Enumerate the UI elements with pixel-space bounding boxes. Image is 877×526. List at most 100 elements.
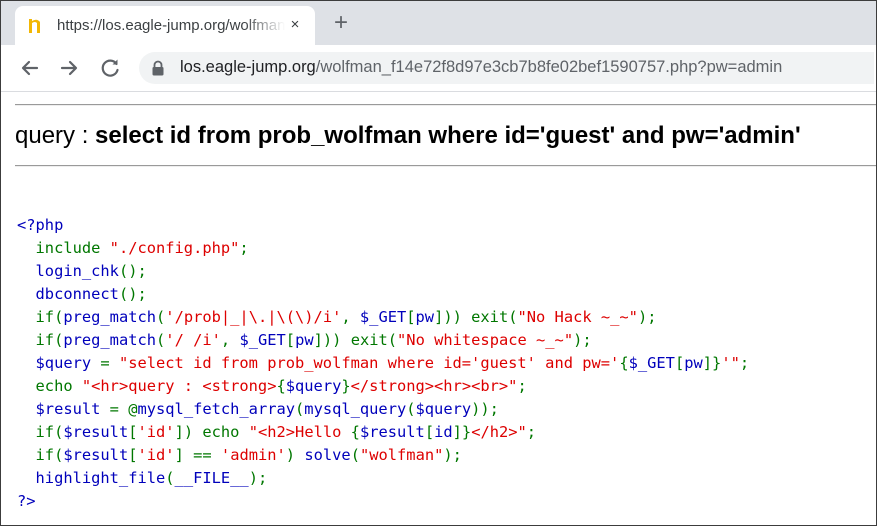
code-token: (: [156, 308, 166, 326]
code-token: solve: [304, 446, 351, 464]
plus-icon[interactable]: +: [328, 10, 354, 36]
reload-icon[interactable]: [96, 54, 124, 82]
code-token: $query: [17, 354, 101, 372]
code-token: [: [285, 331, 296, 349]
divider: [15, 104, 876, 106]
code-token: </strong><hr><br>": [350, 377, 518, 395]
code-token: (: [295, 400, 305, 418]
code-token: }: [341, 377, 351, 395]
code-line: highlight_file(__FILE__);: [17, 469, 268, 487]
code-token: "No Hack ~_~": [517, 308, 638, 326]
code-token: ]}: [452, 423, 472, 441]
query-heading: query : select id from prob_wolfman wher…: [15, 122, 801, 150]
code-token: pw: [295, 331, 314, 349]
url-text: los.eagle-jump.org/wolfman_f14e72f8d97e3…: [180, 58, 782, 77]
code-token: __FILE__: [174, 469, 249, 487]
code-token: if(: [17, 423, 64, 441]
lock-icon[interactable]: [151, 60, 165, 76]
code-token: ]) echo: [174, 423, 249, 441]
code-token: "./config.php": [109, 239, 240, 257]
code-token: pw: [415, 308, 435, 326]
code-token: ();: [118, 285, 147, 303]
code-token: '/ /i': [165, 331, 221, 349]
code-token: <?php: [17, 216, 64, 234]
code-line: echo "<hr>query : <strong>{$query}</stro…: [17, 377, 527, 395]
divider: [15, 165, 876, 167]
code-token: ]}: [702, 354, 722, 372]
code-line: login_chk();: [17, 262, 147, 280]
code-line: dbconnect();: [17, 285, 147, 303]
code-token: ();: [118, 262, 147, 280]
code-token: ])) exit(: [434, 308, 518, 326]
code-line: if(preg_match('/prob|_|\.|\(\)/i', $_GET…: [17, 308, 657, 326]
code-token: echo: [17, 377, 82, 395]
code-token: {: [350, 423, 360, 441]
code-token: ;: [739, 354, 750, 372]
close-icon[interactable]: ×: [285, 15, 305, 35]
code-token: $query: [285, 377, 342, 395]
forward-arrow-icon[interactable]: [55, 54, 83, 82]
code-token: (: [165, 469, 175, 487]
tab-title: https://los.eagle-jump.org/wolfman_f14e7…: [57, 17, 285, 34]
code-token: if(: [17, 331, 64, 349]
code-token: ): [285, 446, 305, 464]
code-token: ;: [517, 377, 527, 395]
tab-strip: https://los.eagle-jump.org/wolfman_f14e7…: [1, 1, 876, 45]
code-token: [: [674, 354, 685, 372]
code-line: include "./config.php";: [17, 239, 249, 257]
address-bar[interactable]: los.eagle-jump.org/wolfman_f14e72f8d97e3…: [139, 52, 874, 84]
code-token: include: [17, 239, 110, 257]
code-token: id: [434, 423, 453, 441]
code-token: ;: [239, 239, 249, 257]
browser-tab[interactable]: https://los.eagle-jump.org/wolfman_f14e7…: [15, 6, 315, 45]
code-line: <?php: [17, 216, 63, 234]
browser-window: https://los.eagle-jump.org/wolfman_f14e7…: [0, 0, 877, 526]
code-token: $result: [359, 423, 425, 441]
code-token: [: [128, 423, 138, 441]
favicon-icon: [29, 19, 40, 33]
code-token: {: [276, 377, 286, 395]
code-token: login_chk: [17, 262, 119, 280]
code-token: [: [406, 308, 416, 326]
code-token: =: [100, 354, 119, 372]
query-sql: select id from prob_wolfman where id='gu…: [95, 122, 801, 149]
code-line: $query = "select id from prob_wolfman wh…: [17, 354, 750, 372]
code-token: (: [406, 400, 416, 418]
code-token: 'id': [137, 423, 175, 441]
php-source: <?php include "./config.php"; login_chk(…: [17, 214, 749, 513]
code-token: ;: [526, 423, 537, 441]
page-content: query : select id from prob_wolfman wher…: [1, 92, 876, 525]
code-token: (: [156, 331, 166, 349]
code-token: $result: [63, 446, 129, 464]
code-token: ] ==: [174, 446, 221, 464]
code-token: $_GET: [628, 354, 675, 372]
code-token: $query: [415, 400, 472, 418]
toolbar: los.eagle-jump.org/wolfman_f14e72f8d97e3…: [1, 45, 876, 92]
code-token: [: [424, 423, 435, 441]
back-arrow-icon[interactable]: [16, 54, 44, 82]
code-token: pw: [684, 354, 703, 372]
code-token: );: [573, 331, 592, 349]
code-line: $result = @mysql_fetch_array(mysql_query…: [17, 400, 499, 418]
code-token: "No whitespace ~_~": [397, 331, 574, 349]
code-token: if(: [17, 446, 64, 464]
code-token: ));: [471, 400, 499, 418]
code-token: 'admin': [220, 446, 286, 464]
code-token: '": [721, 354, 740, 372]
code-token: $_GET: [239, 331, 286, 349]
query-prefix: query :: [15, 122, 96, 149]
code-token: $result: [17, 400, 110, 418]
code-token: "wolfman": [359, 446, 444, 464]
code-token: if(: [17, 308, 64, 326]
code-token: {: [619, 354, 629, 372]
code-token: "select id from prob_wolfman where id='g…: [118, 354, 620, 372]
code-token: );: [637, 308, 657, 326]
code-token: ,: [220, 331, 240, 349]
code-token: mysql_query: [304, 400, 407, 418]
code-token: );: [248, 469, 268, 487]
code-token: = @: [109, 400, 138, 418]
code-token: "<hr>query : <strong>: [81, 377, 277, 395]
code-token: mysql_fetch_array: [137, 400, 296, 418]
code-token: preg_match: [63, 308, 157, 326]
code-token: highlight_file: [17, 469, 166, 487]
